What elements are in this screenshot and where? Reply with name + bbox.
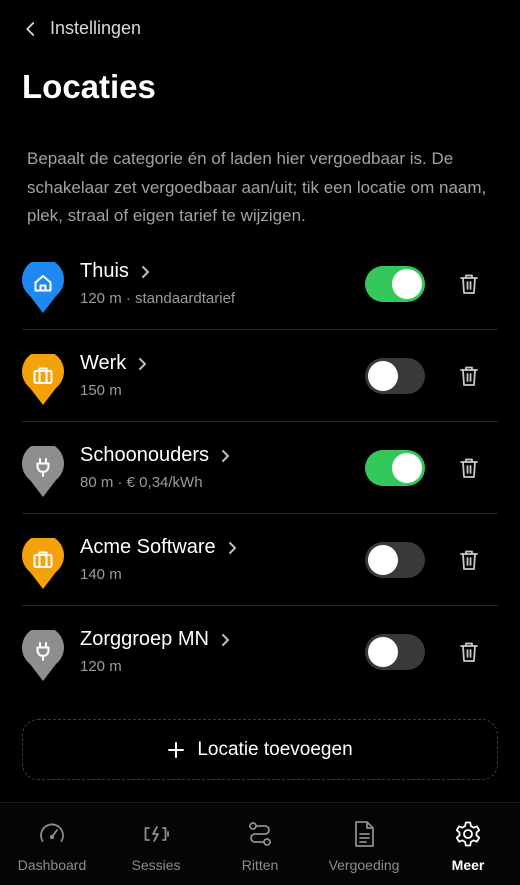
reimbursable-toggle[interactable] [365, 358, 425, 394]
location-pin-other [22, 446, 64, 498]
chevron-right-icon [139, 357, 147, 370]
tab-label: Meer [451, 857, 485, 873]
reimbursable-toggle[interactable] [365, 450, 425, 486]
page-title: Locaties [22, 68, 156, 105]
location-name: Acme Software [80, 536, 216, 558]
page-description: Bepaalt de categorie én of laden hier ve… [27, 149, 487, 225]
plus-icon [168, 741, 185, 758]
location-row: Thuis 120 m · standaardtarief [22, 238, 498, 330]
location-pin-work [22, 354, 64, 406]
trash-icon [460, 550, 478, 570]
location-row: Werk 150 m [22, 330, 498, 422]
location-pin-work [22, 538, 64, 590]
location-name-link[interactable]: Schoonouders [80, 444, 231, 467]
chevron-left-icon [26, 21, 35, 36]
tab-label: Vergoeding [328, 857, 400, 873]
location-name-link[interactable]: Zorggroep MN [80, 628, 231, 651]
tab-vergoeding[interactable]: Vergoeding [312, 803, 416, 885]
location-name-link[interactable]: Werk [80, 352, 148, 375]
charging-icon [144, 826, 169, 842]
tab-dashboard[interactable]: Dashboard [0, 803, 104, 885]
delete-button[interactable] [458, 364, 480, 388]
location-detail: 120 m · standaardtarief [80, 290, 236, 307]
back-button[interactable]: Instellingen [22, 18, 141, 39]
chevron-right-icon [141, 265, 149, 278]
tab-bar: Dashboard Sessies Ritten Vergoeding Meer [0, 802, 520, 885]
trash-icon [460, 366, 478, 386]
add-location-label: Locatie toevoegen [197, 738, 353, 760]
chevron-right-icon [221, 633, 229, 646]
location-detail: 150 m [80, 382, 122, 399]
location-name: Schoonouders [80, 444, 209, 466]
toggle-knob [392, 453, 422, 483]
location-list: Thuis 120 m · standaardtarief Werk 150 m [22, 238, 498, 698]
document-icon [355, 821, 374, 847]
gear-icon [455, 821, 481, 847]
reimbursable-toggle[interactable] [365, 266, 425, 302]
reimbursable-toggle[interactable] [365, 634, 425, 670]
tab-label: Sessies [131, 857, 181, 873]
toggle-knob [392, 269, 422, 299]
route-icon [249, 822, 271, 846]
delete-button[interactable] [458, 272, 480, 296]
location-name: Werk [80, 352, 127, 374]
trash-icon [460, 274, 478, 294]
reimbursable-toggle[interactable] [365, 542, 425, 578]
location-name-link[interactable]: Acme Software [80, 536, 238, 559]
toggle-knob [368, 637, 398, 667]
location-pin-other [22, 630, 64, 682]
location-row: Acme Software 140 m [22, 514, 498, 606]
trash-icon [460, 642, 478, 662]
location-row: Schoonouders 80 m · € 0,34/kWh [22, 422, 498, 514]
location-pin-home [22, 262, 64, 314]
tab-label: Dashboard [17, 857, 87, 873]
tab-sessies[interactable]: Sessies [104, 803, 208, 885]
location-detail: 140 m [80, 566, 122, 583]
chevron-right-icon [228, 541, 236, 554]
add-location-button[interactable]: Locatie toevoegen [22, 719, 498, 780]
tab-ritten[interactable]: Ritten [208, 803, 312, 885]
delete-button[interactable] [458, 548, 480, 572]
speedometer-icon [40, 823, 64, 842]
chevron-right-icon [221, 449, 229, 462]
location-name: Zorggroep MN [80, 628, 209, 650]
delete-button[interactable] [458, 640, 480, 664]
back-label: Instellingen [50, 18, 142, 38]
location-name-link[interactable]: Thuis [80, 260, 151, 283]
toggle-knob [368, 545, 398, 575]
location-name: Thuis [80, 260, 129, 282]
toggle-knob [368, 361, 398, 391]
location-row: Zorggroep MN 120 m [22, 606, 498, 698]
trash-icon [460, 458, 478, 478]
tab-label: Ritten [241, 857, 279, 873]
location-detail: 120 m [80, 658, 122, 675]
tab-meer[interactable]: Meer [416, 803, 520, 885]
delete-button[interactable] [458, 456, 480, 480]
location-detail: 80 m · € 0,34/kWh [80, 474, 203, 491]
